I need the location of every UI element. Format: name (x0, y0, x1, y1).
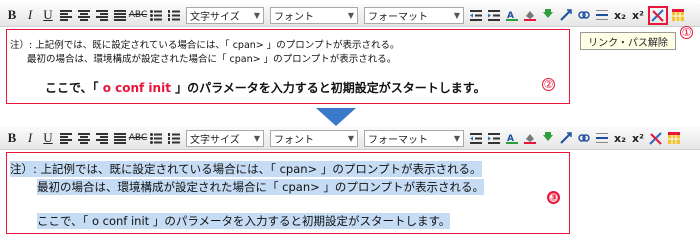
unlink-icon[interactable] (576, 130, 592, 147)
bullet-list-icon[interactable] (148, 7, 164, 24)
numbered-list-icon[interactable] (166, 130, 182, 147)
callout-1: ① (680, 26, 693, 39)
chevron-down-icon: ▼ (347, 10, 354, 20)
chevron-down-icon: ▼ (347, 133, 354, 143)
selected-text-line-2: 最初の場合は、環境構成が設定された場合に「 cpan> 」のプロンプトが表示され… (37, 179, 485, 195)
insert-image-icon[interactable] (540, 130, 556, 147)
superscript-button[interactable]: x² (630, 130, 646, 147)
text-color-icon[interactable]: A (504, 130, 520, 147)
subscript-button[interactable]: x₂ (612, 7, 628, 24)
strikethrough-button[interactable]: ABC (129, 130, 147, 147)
format-select[interactable]: フォーマット ▼ (364, 129, 464, 147)
italic-button[interactable]: I (22, 7, 38, 24)
horizontal-rule-icon[interactable] (594, 130, 610, 147)
background-color-icon[interactable] (522, 130, 538, 147)
editor-toolbar-top: B I U ABC 文字サイズ ▼ フォント ▼ フォーマット ▼ A x₂ x² (0, 4, 700, 27)
link-icon[interactable] (558, 7, 574, 24)
indent-icon[interactable] (486, 7, 502, 24)
chevron-down-icon: ▼ (253, 133, 260, 143)
horizontal-rule-icon[interactable] (594, 7, 610, 24)
font-size-select[interactable]: 文字サイズ ▼ (186, 6, 264, 24)
editor-area-after[interactable]: 注）: 上記例では、既に設定されている場合には、「 cpan> 」のプロンプトが… (6, 152, 570, 234)
align-left-icon[interactable] (58, 7, 74, 24)
clear-format-button[interactable] (648, 5, 668, 25)
text-line-3: ここで、「 o conf init 」のパラメータを入力すると初期設定がスタート… (45, 81, 486, 95)
align-center-icon[interactable] (76, 7, 92, 24)
bold-button[interactable]: B (4, 7, 20, 24)
selected-text-line-1: 注）: 上記例では、既に設定されている場合には、「 cpan> 」のプロンプトが… (10, 161, 482, 177)
clear-format-button[interactable] (648, 130, 664, 147)
superscript-button[interactable]: x² (630, 7, 646, 24)
indent-icon[interactable] (486, 130, 502, 147)
italic-button[interactable]: I (22, 130, 38, 147)
chevron-down-icon: ▼ (453, 133, 460, 143)
command-text: o conf init (98, 81, 176, 95)
font-family-select[interactable]: フォント ▼ (270, 129, 358, 147)
justify-icon[interactable] (112, 7, 128, 24)
align-center-icon[interactable] (76, 130, 92, 147)
chevron-down-icon: ▼ (453, 10, 460, 20)
selected-text-line-3: ここで、「 o conf init 」のパラメータを入力すると初期設定がスタート… (37, 213, 451, 229)
underline-button[interactable]: U (40, 7, 56, 24)
font-size-select[interactable]: 文字サイズ ▼ (186, 129, 264, 147)
strikethrough-button[interactable]: ABC (129, 7, 147, 24)
callout-3: ③ (547, 191, 560, 204)
align-right-icon[interactable] (94, 7, 110, 24)
subscript-button[interactable]: x₂ (612, 130, 628, 147)
align-right-icon[interactable] (94, 130, 110, 147)
table-icon[interactable] (666, 130, 682, 147)
unlink-icon[interactable] (576, 7, 592, 24)
editor-toolbar-bottom: B I U ABC 文字サイズ ▼ フォント ▼ フォーマット ▼ A x₂ x² (0, 127, 700, 150)
editor-area-before[interactable]: 注）: 上記例では、既に設定されている場合には、「 cpan> 」のプロンプトが… (6, 29, 570, 104)
outdent-icon[interactable] (468, 7, 484, 24)
insert-image-icon[interactable] (540, 7, 556, 24)
justify-icon[interactable] (112, 130, 128, 147)
down-arrow-icon (316, 108, 356, 126)
bullet-list-icon[interactable] (148, 130, 164, 147)
outdent-icon[interactable] (468, 130, 484, 147)
background-color-icon[interactable] (522, 7, 538, 24)
text-line-1: 注）: 上記例では、既に設定されている場合には、「 cpan> 」のプロンプトが… (10, 40, 400, 51)
link-icon[interactable] (558, 130, 574, 147)
table-icon[interactable] (670, 7, 686, 24)
numbered-list-icon[interactable] (166, 7, 182, 24)
align-left-icon[interactable] (58, 130, 74, 147)
text-color-icon[interactable]: A (504, 7, 520, 24)
chevron-down-icon: ▼ (253, 10, 260, 20)
format-select[interactable]: フォーマット ▼ (364, 6, 464, 24)
bold-button[interactable]: B (4, 130, 20, 147)
text-line-2: 最初の場合は、環境構成が設定された場合に「 cpan> 」のプロンプトが表示され… (27, 54, 397, 65)
callout-2: ② (542, 78, 555, 91)
font-family-select[interactable]: フォント ▼ (270, 6, 358, 24)
underline-button[interactable]: U (40, 130, 56, 147)
tooltip: リンク・パス解除 (580, 32, 676, 50)
